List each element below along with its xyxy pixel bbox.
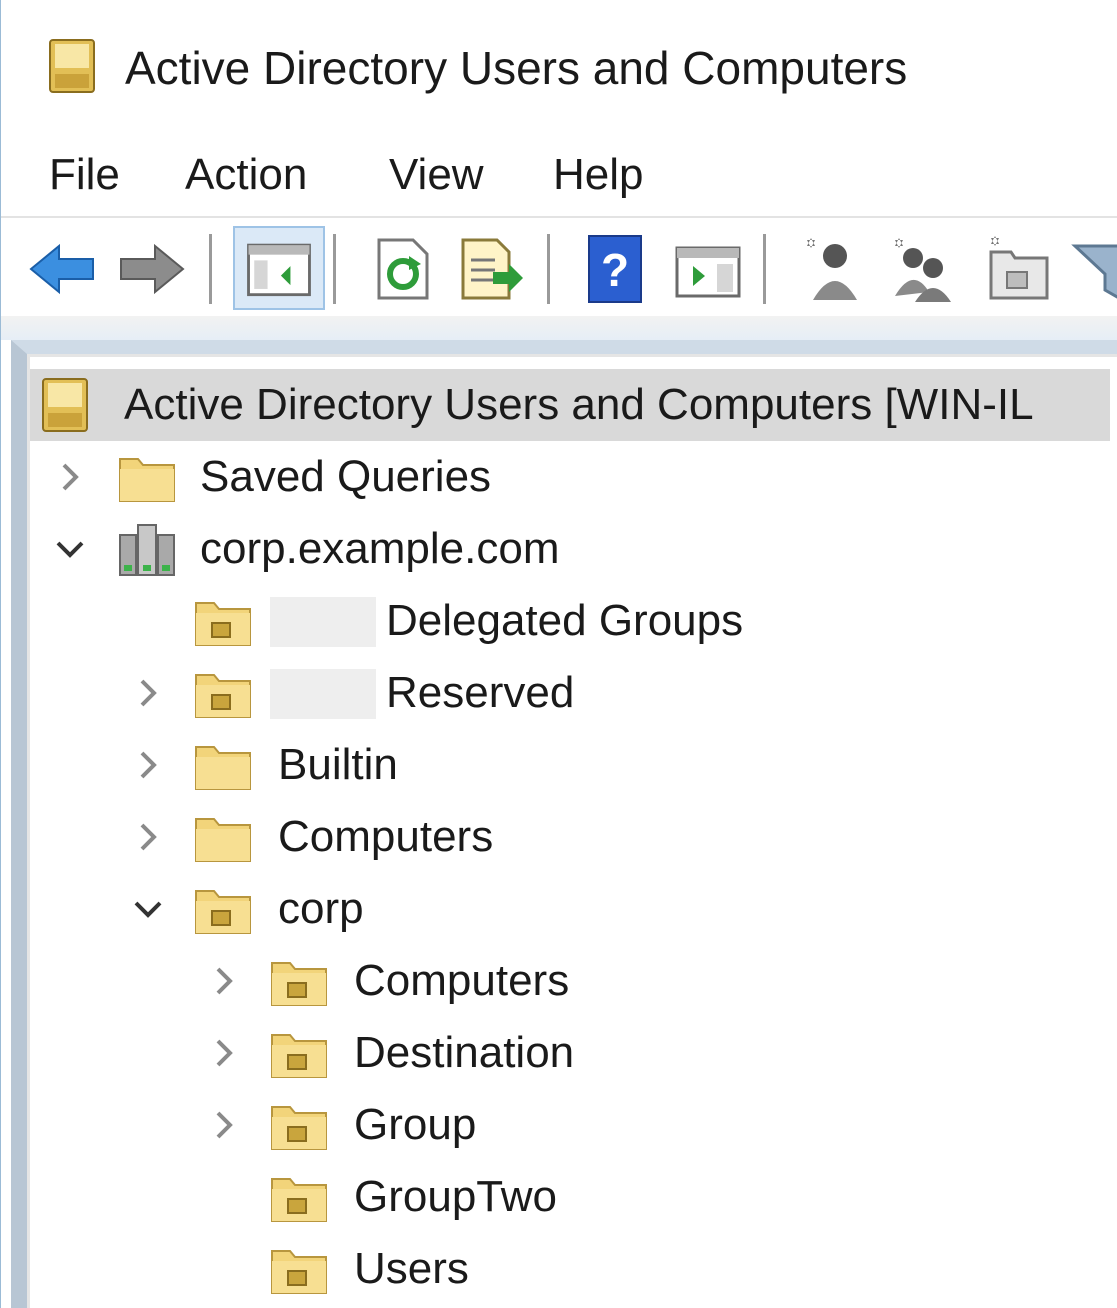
create-group-button[interactable] xyxy=(885,232,959,306)
ou-folder-icon xyxy=(268,1025,330,1081)
toolbar-separator xyxy=(763,234,766,304)
tree-node-label: corp xyxy=(278,884,364,933)
toolbar-separator xyxy=(333,234,336,304)
adu-window: Active Directory Users and Computers Fil… xyxy=(0,0,1117,1308)
filter-icon xyxy=(1071,244,1117,299)
chevron-down-icon[interactable] xyxy=(52,531,88,567)
tree-node-label: Active Directory Users and Computers [WI… xyxy=(124,380,1034,429)
menu-bar: File Action View Help xyxy=(1,135,1117,215)
folder-icon xyxy=(116,449,178,505)
ou-folder-icon xyxy=(268,1097,330,1153)
chevron-right-icon[interactable] xyxy=(130,747,166,783)
aduc-app-icon xyxy=(47,38,97,94)
show-action-pane-icon xyxy=(675,246,741,298)
tree-node-label: Saved Queries xyxy=(200,452,492,501)
forward-button[interactable] xyxy=(115,232,189,306)
toolbar-bottom-border xyxy=(1,316,1117,340)
aduc-root-icon xyxy=(40,377,90,433)
tree-node-delegated-groups[interactable]: Delegated Groups xyxy=(30,585,1110,657)
create-user-button[interactable] xyxy=(797,232,871,306)
ou-folder-icon xyxy=(268,1241,330,1297)
menu-help[interactable]: Help xyxy=(553,143,644,207)
show-hide-console-tree-icon xyxy=(247,243,311,297)
toolbar-separator xyxy=(209,234,212,304)
back-button[interactable] xyxy=(25,232,99,306)
filter-button[interactable] xyxy=(1071,232,1117,306)
chevron-right-icon[interactable] xyxy=(52,459,88,495)
folder-icon xyxy=(192,809,254,865)
forward-arrow-icon xyxy=(120,243,185,295)
show-hide-console-tree-button[interactable] xyxy=(233,226,325,310)
tree-node-label: Delegated Groups xyxy=(386,596,744,645)
tree-node-group-two[interactable]: GroupTwo xyxy=(30,1161,1110,1233)
menu-action[interactable]: Action xyxy=(185,143,307,207)
redacted-text xyxy=(270,669,376,719)
tree-node-root[interactable]: Active Directory Users and Computers [WI… xyxy=(30,369,1110,441)
help-button[interactable]: ? xyxy=(579,232,653,306)
console-tree: Active Directory Users and Computers [WI… xyxy=(27,354,1117,1308)
tree-node-corp-computers[interactable]: Computers xyxy=(30,945,1110,1017)
tree-node-label: Group xyxy=(354,1100,477,1149)
menu-file[interactable]: File xyxy=(49,143,120,207)
tree-node-computers[interactable]: Computers xyxy=(30,801,1110,873)
tree-node-saved-queries[interactable]: Saved Queries xyxy=(30,441,1110,513)
tree-node-corp[interactable]: corp xyxy=(30,873,1110,945)
ou-folder-icon xyxy=(268,1169,330,1225)
export-list-icon xyxy=(461,238,523,300)
chevron-right-icon[interactable] xyxy=(206,963,242,999)
tree-node-label: Users xyxy=(354,1244,469,1293)
menu-view[interactable]: View xyxy=(389,143,484,207)
svg-text:?: ? xyxy=(601,244,629,296)
tree-node-label: Computers xyxy=(278,812,494,861)
toolbar-separator xyxy=(547,234,550,304)
tree-node-label: Destination xyxy=(354,1028,575,1077)
create-user-icon xyxy=(807,238,857,300)
tree-node-label: corp.example.com xyxy=(200,524,560,573)
ou-folder-icon xyxy=(192,881,254,937)
window-title: Active Directory Users and Computers xyxy=(125,42,908,94)
refresh-icon xyxy=(377,238,429,300)
chevron-down-icon[interactable] xyxy=(130,891,166,927)
ou-folder-icon xyxy=(192,593,254,649)
tree-node-reserved[interactable]: Reserved xyxy=(30,657,1110,729)
create-ou-button[interactable] xyxy=(981,232,1055,306)
tree-node-users[interactable]: Users xyxy=(30,1233,1110,1305)
tree-node-label: Reserved xyxy=(386,668,575,717)
ou-folder-icon xyxy=(192,665,254,721)
tree-node-label: GroupTwo xyxy=(354,1172,557,1221)
tree-node-domain[interactable]: corp.example.com xyxy=(30,513,1110,585)
redacted-text xyxy=(270,597,376,647)
tree-node-builtin[interactable]: Builtin xyxy=(30,729,1110,801)
show-action-pane-button[interactable] xyxy=(671,232,745,306)
chevron-right-icon[interactable] xyxy=(130,819,166,855)
tree-node-label: Builtin xyxy=(278,740,398,789)
refresh-button[interactable] xyxy=(365,232,439,306)
folder-icon xyxy=(192,737,254,793)
create-group-icon xyxy=(895,238,951,302)
ou-folder-icon xyxy=(268,953,330,1009)
chevron-right-icon[interactable] xyxy=(206,1107,242,1143)
back-arrow-icon xyxy=(29,243,94,295)
chevron-right-icon[interactable] xyxy=(206,1035,242,1071)
tree-node-destination[interactable]: Destination xyxy=(30,1017,1110,1089)
tree-node-label: Computers xyxy=(354,956,570,1005)
help-icon: ? xyxy=(588,235,642,303)
domain-icon xyxy=(116,521,178,577)
menu-separator xyxy=(1,216,1117,218)
create-ou-icon xyxy=(989,236,1049,300)
chevron-right-icon[interactable] xyxy=(130,675,166,711)
title-bar: Active Directory Users and Computers xyxy=(1,0,1117,130)
toolbar: ? xyxy=(1,220,1117,318)
export-list-button[interactable] xyxy=(453,232,527,306)
console-tree-pane: Active Directory Users and Computers [WI… xyxy=(11,340,1117,1308)
tree-node-group[interactable]: Group xyxy=(30,1089,1110,1161)
